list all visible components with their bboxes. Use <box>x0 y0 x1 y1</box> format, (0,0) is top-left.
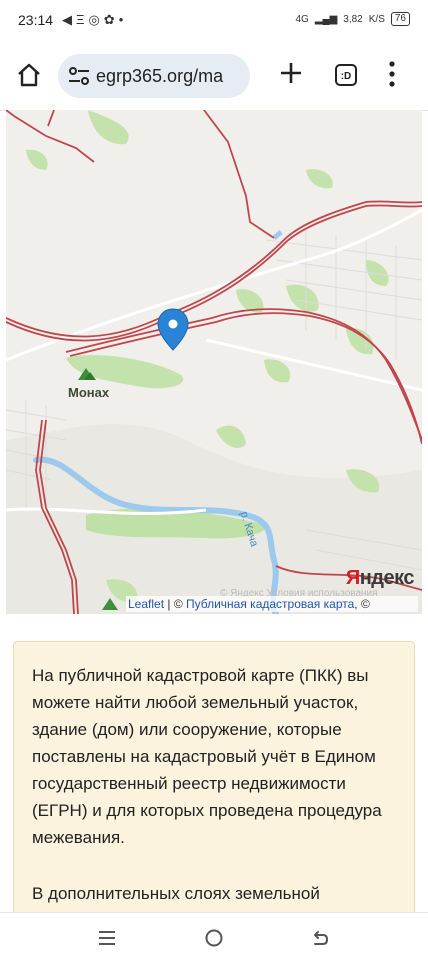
home-icon[interactable] <box>14 60 44 90</box>
info-paragraph-2: В дополнительных слоях земельной <box>32 884 320 903</box>
attribution-suffix: , © <box>354 597 370 611</box>
map-tiles <box>6 110 422 614</box>
attribution-separator: | © <box>164 597 186 611</box>
back-icon[interactable] <box>309 927 331 949</box>
leaflet-link[interactable]: Leaflet <box>128 597 164 611</box>
signal-icon: ▂▄▆ <box>314 13 338 25</box>
system-nav-bar <box>0 912 428 961</box>
clock: 23:14 <box>18 12 54 28</box>
whatsapp-icon: ◎ <box>88 12 104 27</box>
app-icon: Ξ <box>76 12 89 27</box>
yandex-logo: Яндекс <box>345 567 415 589</box>
cadastral-map[interactable]: Монах р. Кача © Яндекс Условия использов… <box>6 110 422 614</box>
status-bar: 23:14 ◀Ξ◎✿• 4G ▂▄▆ 3,82 K/S 76 <box>0 0 428 42</box>
new-tab-icon[interactable] <box>276 58 306 88</box>
home-nav-icon[interactable] <box>203 927 225 949</box>
telegram-icon: ◀ <box>62 12 76 27</box>
site-settings-icon[interactable] <box>68 66 90 86</box>
cadastral-map-link[interactable]: Публичная кадастровая карта <box>186 597 354 611</box>
more-dot-icon: • <box>118 12 128 27</box>
notification-icons: ◀Ξ◎✿• <box>62 12 127 28</box>
map-attribution: Leaflet | © Публичная кадастровая карта,… <box>126 596 418 612</box>
recent-apps-icon[interactable] <box>96 927 118 949</box>
speed-value: 3,82 <box>343 13 363 25</box>
speed-unit: K/S <box>368 13 385 25</box>
info-paragraph-1: На публичной кадастровой карте (ПКК) вы … <box>32 666 382 847</box>
address-bar[interactable]: egrp365.org/ma <box>58 54 250 98</box>
network-type: 4G <box>295 13 309 25</box>
group-icon: ✿ <box>103 12 119 27</box>
place-label: Монах <box>68 385 110 400</box>
status-right: 4G ▂▄▆ 3,82 K/S 76 <box>295 12 410 26</box>
browser-toolbar: egrp365.org/ma :D <box>0 42 428 111</box>
tab-switcher-button[interactable]: :D <box>335 64 357 86</box>
url-text: egrp365.org/ma <box>96 66 224 86</box>
battery-icon: 76 <box>390 12 410 26</box>
more-menu-icon[interactable] <box>388 60 396 88</box>
